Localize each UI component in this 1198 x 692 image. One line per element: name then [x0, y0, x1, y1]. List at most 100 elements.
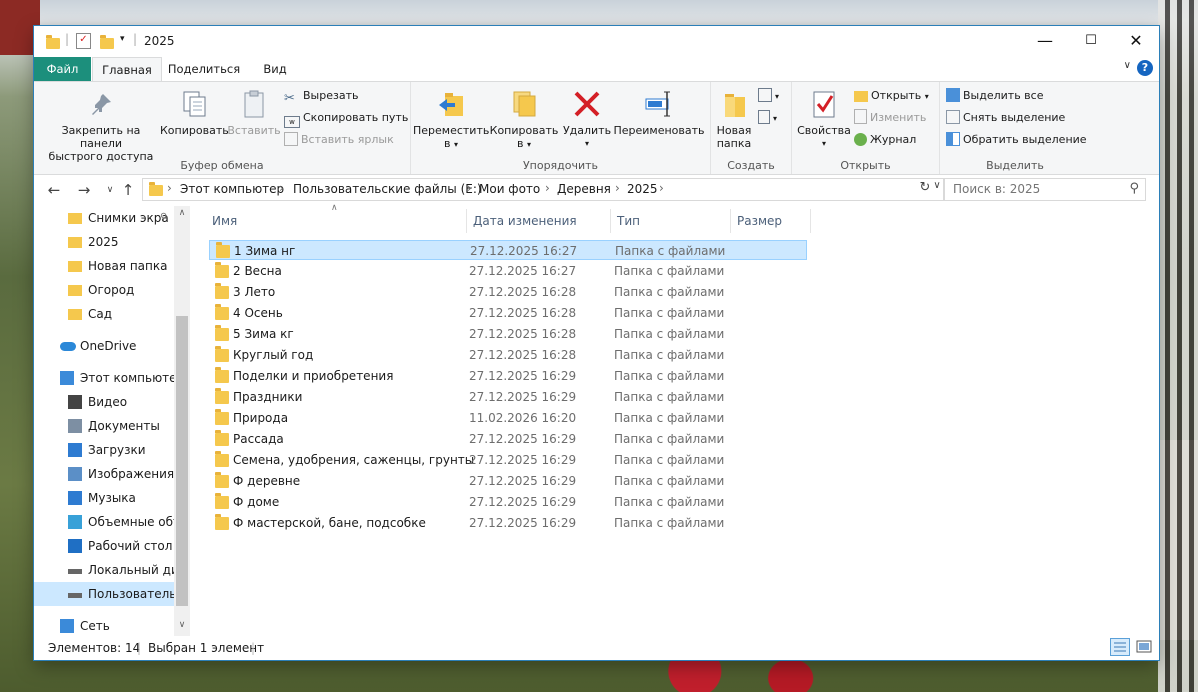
table-row[interactable]: 2 Весна 27.12.2025 16:27 Папка с файлами [209, 261, 807, 281]
nav-item[interactable]: OneDrive [34, 334, 174, 358]
history-button[interactable]: Журнал [854, 130, 916, 150]
nav-scroll-thumb[interactable] [176, 316, 188, 606]
recent-locations-chevron-icon[interactable]: ∨ [100, 180, 120, 200]
breadcrumb-separator[interactable]: › [467, 181, 472, 195]
delete-button[interactable]: Удалить ▾ [559, 88, 615, 150]
new-folder-icon[interactable] [100, 35, 114, 49]
breadcrumb-this-pc[interactable]: Этот компьютер [180, 182, 284, 196]
table-row[interactable]: Ф деревне 27.12.2025 16:29 Папка с файлами [209, 471, 807, 491]
scroll-up-icon[interactable]: ∧ [176, 208, 188, 222]
nav-item[interactable]: Загрузки [34, 438, 174, 462]
breadcrumb-separator[interactable]: › [167, 181, 172, 195]
search-icon[interactable]: ⚲ [1129, 181, 1139, 196]
minimize-button[interactable]: — [1022, 26, 1068, 57]
new-item-button[interactable]: ▾ [758, 86, 779, 106]
select-all-button[interactable]: Выделить все [946, 86, 1043, 106]
forward-arrow-icon[interactable]: → [74, 180, 94, 200]
move-to-button[interactable]: Переместить в ▾ [413, 88, 489, 151]
copy-to-button[interactable]: Копировать в ▾ [487, 88, 561, 151]
nav-item-label: Пользовательс [88, 587, 174, 601]
copy-button[interactable]: Копировать [160, 88, 229, 137]
invert-selection-button[interactable]: Обратить выделение [946, 130, 1087, 150]
copy-path-button[interactable]: w Скопировать путь [284, 108, 408, 128]
table-row[interactable]: Ф доме 27.12.2025 16:29 Папка с файлами [209, 492, 807, 512]
close-button[interactable]: ✕ [1113, 26, 1159, 57]
table-row[interactable]: Природа 11.02.2026 16:20 Папка с файлами [209, 408, 807, 428]
breadcrumb-separator[interactable]: › [659, 181, 664, 195]
select-none-button[interactable]: Снять выделение [946, 108, 1065, 128]
nav-scrollbar[interactable]: ∧ ∨ [174, 206, 190, 636]
details-view-icon[interactable] [1110, 638, 1130, 656]
open-button[interactable]: Открыть ▾ [854, 86, 929, 106]
nav-item[interactable]: Снимки экра ⚲ [34, 206, 174, 230]
table-row[interactable]: 4 Осень 27.12.2025 16:28 Папка с файлами [209, 303, 807, 323]
breadcrumb-village[interactable]: Деревня [557, 182, 611, 196]
nav-item[interactable]: Документы [34, 414, 174, 438]
chevron-down-icon[interactable]: ▾ [120, 34, 125, 44]
tab-file[interactable]: Файл [34, 57, 91, 81]
new-folder-button[interactable]: Новая папка [711, 88, 757, 150]
column-size[interactable]: Размер [731, 209, 811, 233]
table-row[interactable]: Праздники 27.12.2025 16:29 Папка с файлами [209, 387, 807, 407]
table-row[interactable]: Ф мастерской, бане, подсобке 27.12.2025 1… [209, 513, 807, 533]
maximize-button[interactable]: ☐ [1068, 26, 1114, 57]
search-input[interactable] [945, 179, 1131, 198]
nav-item[interactable]: Музыка [34, 486, 174, 510]
address-bar[interactable]: › Этот компьютер › Пользовательские файл… [142, 178, 944, 201]
column-date[interactable]: Дата изменения [467, 209, 611, 233]
large-icons-view-icon[interactable] [1134, 638, 1154, 656]
nav-item[interactable]: Сад [34, 302, 174, 326]
breadcrumb-separator[interactable]: › [615, 181, 620, 195]
table-row[interactable]: Круглый год 27.12.2025 16:28 Папка с файла… [209, 345, 807, 365]
cut-button[interactable]: ✂ Вырезать [284, 86, 358, 106]
paste-button[interactable]: Вставить [226, 88, 282, 137]
search-box[interactable]: ⚲ [944, 178, 1146, 201]
download-icon [68, 443, 82, 457]
breadcrumb-separator[interactable]: › [279, 181, 284, 195]
nav-item[interactable]: Этот компьютер [34, 366, 174, 390]
edit-button[interactable]: Изменить [854, 108, 926, 128]
table-row[interactable]: Семена, удобрения, саженцы, грунты 27.12.… [209, 450, 807, 470]
easy-access-button[interactable]: ▾ [758, 108, 777, 128]
scissors-icon: ✂ [284, 91, 295, 106]
breadcrumb-my-photos[interactable]: Мои фото [479, 182, 540, 196]
rename-button[interactable]: Переименовать [611, 88, 707, 137]
up-arrow-icon[interactable]: ↑ [118, 180, 138, 200]
nav-item[interactable]: Изображения [34, 462, 174, 486]
nav-item[interactable]: Пользовательс [34, 582, 174, 606]
nav-item[interactable]: Огород [34, 278, 174, 302]
tab-view[interactable]: Вид [250, 57, 300, 81]
chevron-down-icon[interactable]: ∨ [1124, 60, 1131, 71]
nav-item[interactable]: Видео [34, 390, 174, 414]
table-row[interactable]: Рассада 27.12.2025 16:29 Папка с файлами [209, 429, 807, 449]
nav-item[interactable]: 2025 [34, 230, 174, 254]
help-icon[interactable]: ? [1137, 60, 1153, 76]
pin-quick-access-button[interactable]: Закрепить на панели быстрого доступа [40, 88, 162, 163]
tab-share[interactable]: Поделиться [164, 57, 244, 81]
column-name[interactable]: Имя [206, 209, 467, 233]
nav-item[interactable]: Локальный дис [34, 558, 174, 582]
back-arrow-icon[interactable]: ← [44, 180, 64, 200]
pin-icon[interactable]: ⚲ [160, 206, 167, 230]
table-row[interactable]: 1 Зима нг 27.12.2025 16:27 Папка с файлами [209, 240, 807, 260]
table-row[interactable]: 5 Зима кг 27.12.2025 16:28 Папка с файлами [209, 324, 807, 344]
properties-check-icon[interactable]: ✓ [76, 33, 91, 49]
refresh-icon[interactable]: ↻ [916, 180, 934, 198]
nav-item[interactable]: Объемные объ [34, 510, 174, 534]
column-type[interactable]: Тип [611, 209, 731, 233]
paste-shortcut-button[interactable]: Вставить ярлык [284, 130, 394, 150]
scroll-down-icon[interactable]: ∨ [176, 620, 188, 634]
table-row[interactable]: 3 Лето 27.12.2025 16:28 Папка с файлами [209, 282, 807, 302]
delete-label: Удалить [562, 124, 612, 137]
nav-item[interactable]: Рабочий стол [34, 534, 174, 558]
tab-home[interactable]: Главная [92, 57, 162, 82]
nav-item-label: Новая папка [88, 259, 168, 273]
breadcrumb-2025[interactable]: 2025 [627, 182, 658, 196]
table-row[interactable]: Поделки и приобретения 27.12.2025 16:29 Па… [209, 366, 807, 386]
cell-name: Рассада [233, 432, 284, 446]
nav-item[interactable]: Новая папка [34, 254, 174, 278]
properties-button[interactable]: Свойства ▾ [794, 88, 854, 150]
breadcrumb-separator[interactable]: › [545, 181, 550, 195]
breadcrumb-user-files[interactable]: Пользовательские файлы (E:) [293, 182, 482, 196]
nav-item[interactable]: Сеть [34, 614, 174, 636]
